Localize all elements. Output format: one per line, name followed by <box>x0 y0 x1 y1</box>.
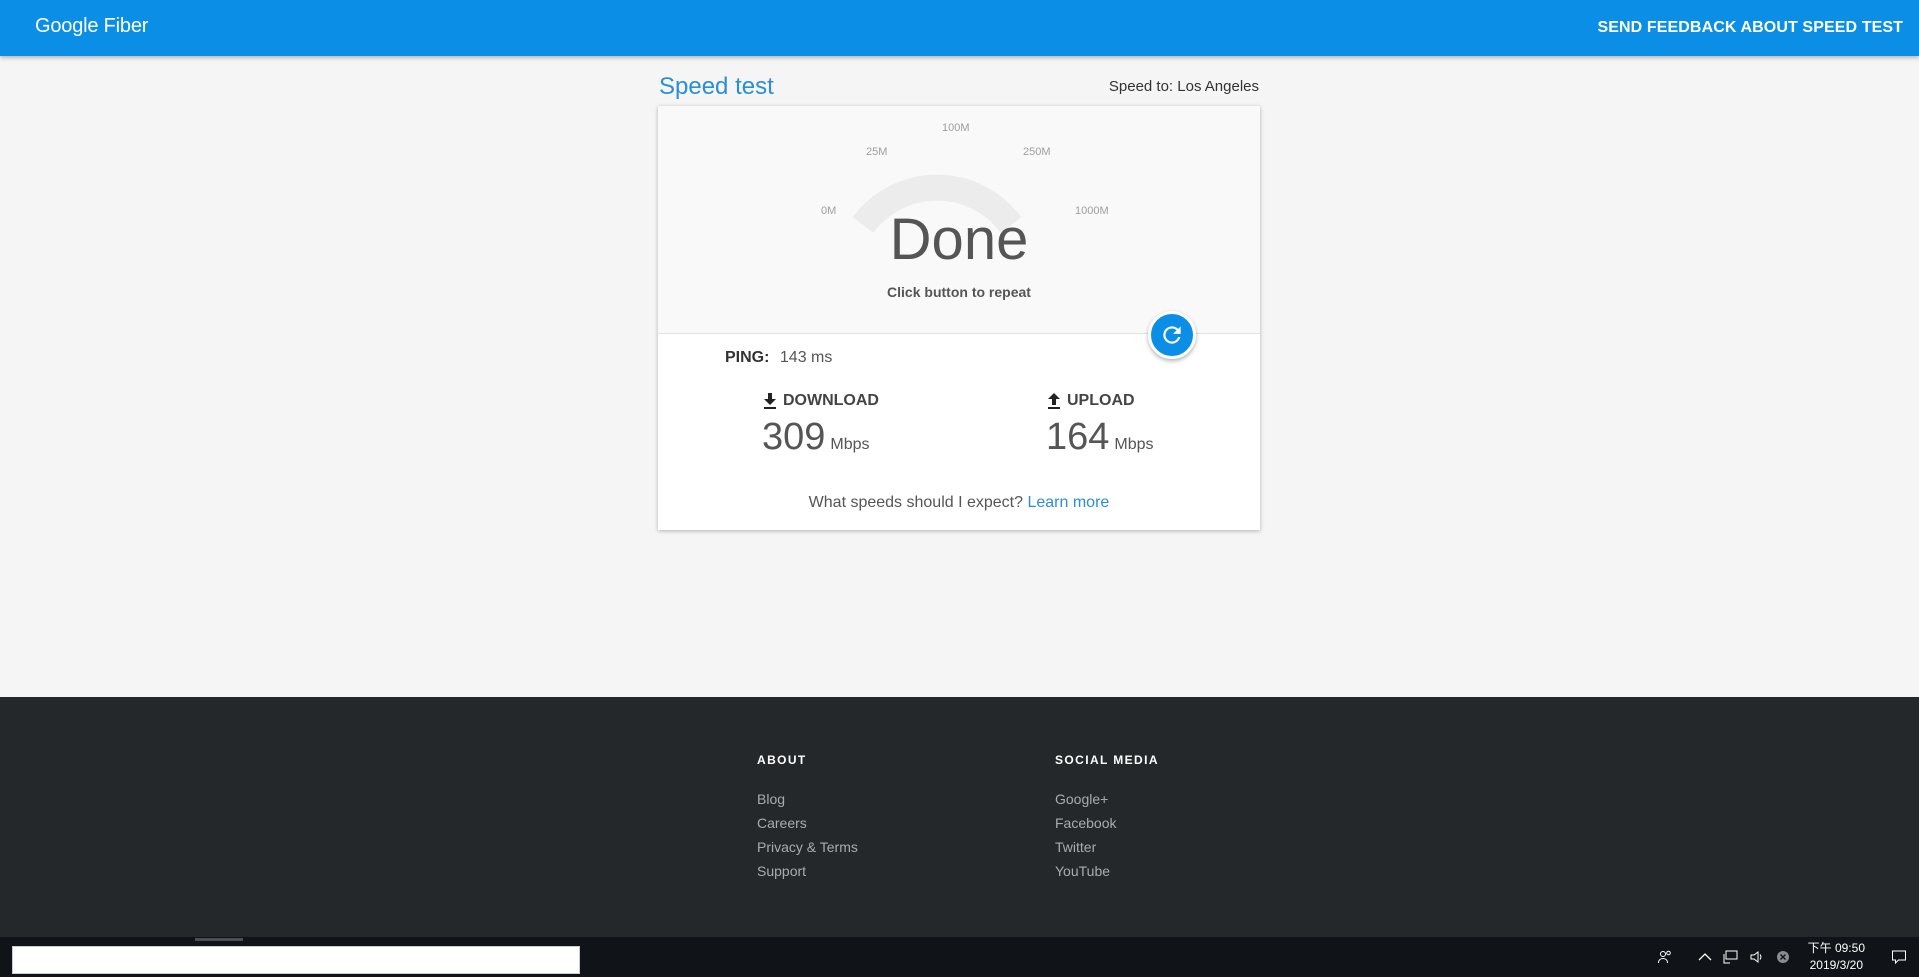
refresh-icon <box>1163 326 1181 344</box>
repeat-test-button[interactable] <box>1148 311 1196 359</box>
site-footer: ABOUT Blog Careers Privacy & Terms Suppo… <box>0 697 1919 937</box>
download-icon <box>764 393 776 409</box>
download-label: DOWNLOAD <box>783 392 879 409</box>
footer-link-twitter[interactable]: Twitter <box>1055 835 1159 859</box>
footer-social-column: SOCIAL MEDIA Google+ Facebook Twitter Yo… <box>1055 753 1159 883</box>
network-icon[interactable] <box>1720 946 1742 968</box>
upload-speed-value: 164 <box>1046 416 1110 458</box>
gauge-tick-25m: 25M <box>866 146 888 158</box>
os-taskbar: 下午 09:50 2019/3/20 <box>0 937 1919 977</box>
learn-more-link[interactable]: Learn more <box>1027 494 1109 511</box>
server-location: Speed to: Los Angeles <box>1108 78 1259 95</box>
volume-icon[interactable] <box>1746 946 1768 968</box>
footer-link-youtube[interactable]: YouTube <box>1055 859 1159 883</box>
footer-link-googleplus[interactable]: Google+ <box>1055 787 1159 811</box>
ping-value: 143 ms <box>779 349 833 366</box>
download-metric: DOWNLOAD 309 Mbps <box>762 392 879 459</box>
ping-row: PING: 143 ms <box>725 349 832 367</box>
page-title: Speed test <box>659 73 774 100</box>
system-tray: 下午 09:50 2019/3/20 <box>1654 937 1919 977</box>
taskbar-clock[interactable]: 下午 09:50 2019/3/20 <box>1808 940 1865 974</box>
status-x-icon[interactable] <box>1772 946 1794 968</box>
repeat-hint: Click button to repeat <box>887 284 1031 300</box>
footer-link-facebook[interactable]: Facebook <box>1055 811 1159 835</box>
people-icon[interactable] <box>1654 946 1676 968</box>
action-center-icon[interactable] <box>1879 937 1919 977</box>
footer-link-privacy-terms[interactable]: Privacy & Terms <box>757 835 858 859</box>
download-speed-value: 309 <box>762 416 826 458</box>
footer-link-support[interactable]: Support <box>757 859 858 883</box>
footer-about-heading: ABOUT <box>757 753 807 767</box>
upload-icon <box>1048 393 1060 409</box>
chevron-up-icon[interactable] <box>1694 946 1716 968</box>
gauge-area: 0M 25M 100M 250M 1000M Done Click button… <box>658 106 1260 334</box>
taskbar-search-box[interactable] <box>12 946 580 974</box>
footer-about-column: ABOUT Blog Careers Privacy & Terms Suppo… <box>757 753 858 883</box>
clock-date: 2019/3/20 <box>1809 958 1863 972</box>
upload-metric: UPLOAD 164 Mbps <box>1046 392 1154 459</box>
footer-link-careers[interactable]: Careers <box>757 811 858 835</box>
top-app-bar: Google Fiber SEND FEEDBACK ABOUT SPEED T… <box>0 0 1919 56</box>
ping-label: PING: <box>725 349 770 366</box>
speed-test-card: 0M 25M 100M 250M 1000M Done Click button… <box>658 106 1260 530</box>
expectation-question: What speeds should I expect? <box>808 494 1024 511</box>
footer-social-heading: SOCIAL MEDIA <box>1055 753 1159 767</box>
upload-label: UPLOAD <box>1067 392 1135 409</box>
gauge-tick-100m: 100M <box>942 122 970 134</box>
google-fiber-logo[interactable]: Google Fiber <box>35 15 148 38</box>
send-feedback-link[interactable]: SEND FEEDBACK ABOUT SPEED TEST <box>1597 19 1903 37</box>
expectation-row: What speeds should I expect? Learn more <box>658 494 1260 512</box>
upload-speed-unit: Mbps <box>1114 436 1154 453</box>
test-status: Done <box>889 207 1029 272</box>
taskbar-active-indicator <box>195 938 243 941</box>
download-speed-unit: Mbps <box>830 436 870 453</box>
gauge-tick-250m: 250M <box>1023 146 1051 158</box>
footer-link-blog[interactable]: Blog <box>757 787 858 811</box>
clock-time: 下午 09:50 <box>1807 941 1865 955</box>
